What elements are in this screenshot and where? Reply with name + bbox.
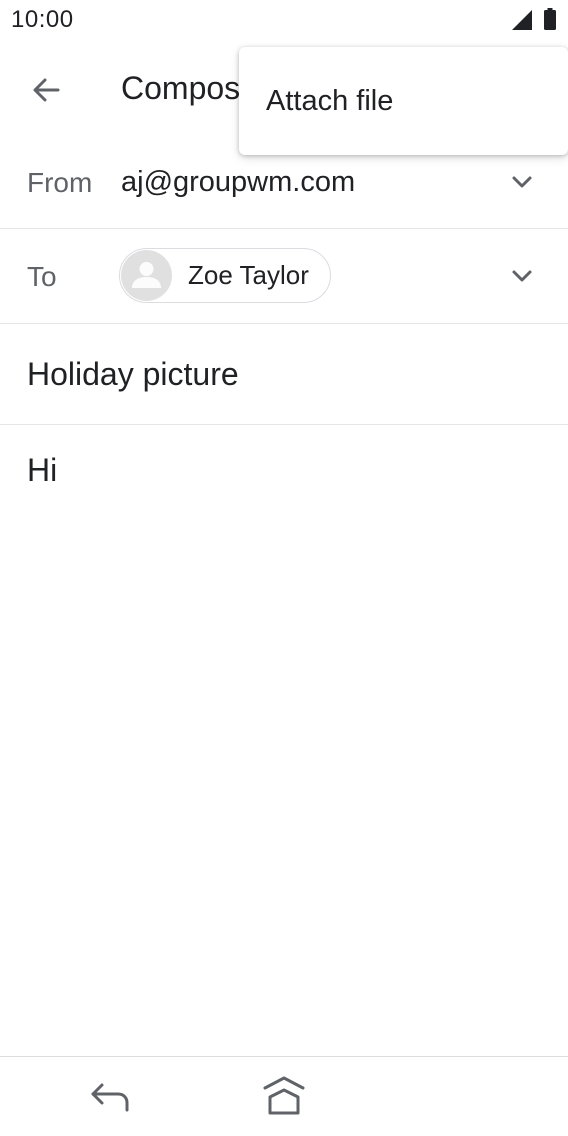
chevron-down-icon[interactable] [508, 262, 536, 290]
body-input[interactable]: Hi [27, 452, 57, 489]
avatar [121, 250, 172, 301]
from-address[interactable]: aj@groupwm.com [121, 166, 355, 199]
to-row[interactable]: To Zoe Taylor [0, 229, 568, 324]
overflow-menu: Attach file [239, 47, 568, 155]
page-title: Compose [121, 70, 258, 106]
avatar-placeholder-icon [132, 262, 161, 288]
status-bar: 10:00 [0, 0, 568, 40]
subject-row[interactable]: Holiday picture [0, 324, 568, 425]
battery-icon [544, 8, 556, 30]
from-label: From [27, 167, 93, 198]
nav-back-icon[interactable] [88, 1077, 132, 1117]
signal-icon [512, 10, 532, 30]
to-label: To [27, 261, 57, 292]
navigation-bar [0, 1056, 568, 1136]
subject-input[interactable]: Holiday picture [27, 356, 239, 393]
recipient-chip[interactable]: Zoe Taylor [119, 248, 331, 303]
chevron-down-icon[interactable] [508, 168, 536, 196]
menu-item-attach-file[interactable]: Attach file [239, 47, 568, 155]
nav-home-icon[interactable] [260, 1075, 308, 1119]
menu-item-label: Attach file [266, 85, 394, 117]
status-time: 10:00 [11, 6, 74, 33]
recipient-name: Zoe Taylor [188, 260, 309, 290]
back-arrow-icon[interactable] [26, 70, 66, 110]
